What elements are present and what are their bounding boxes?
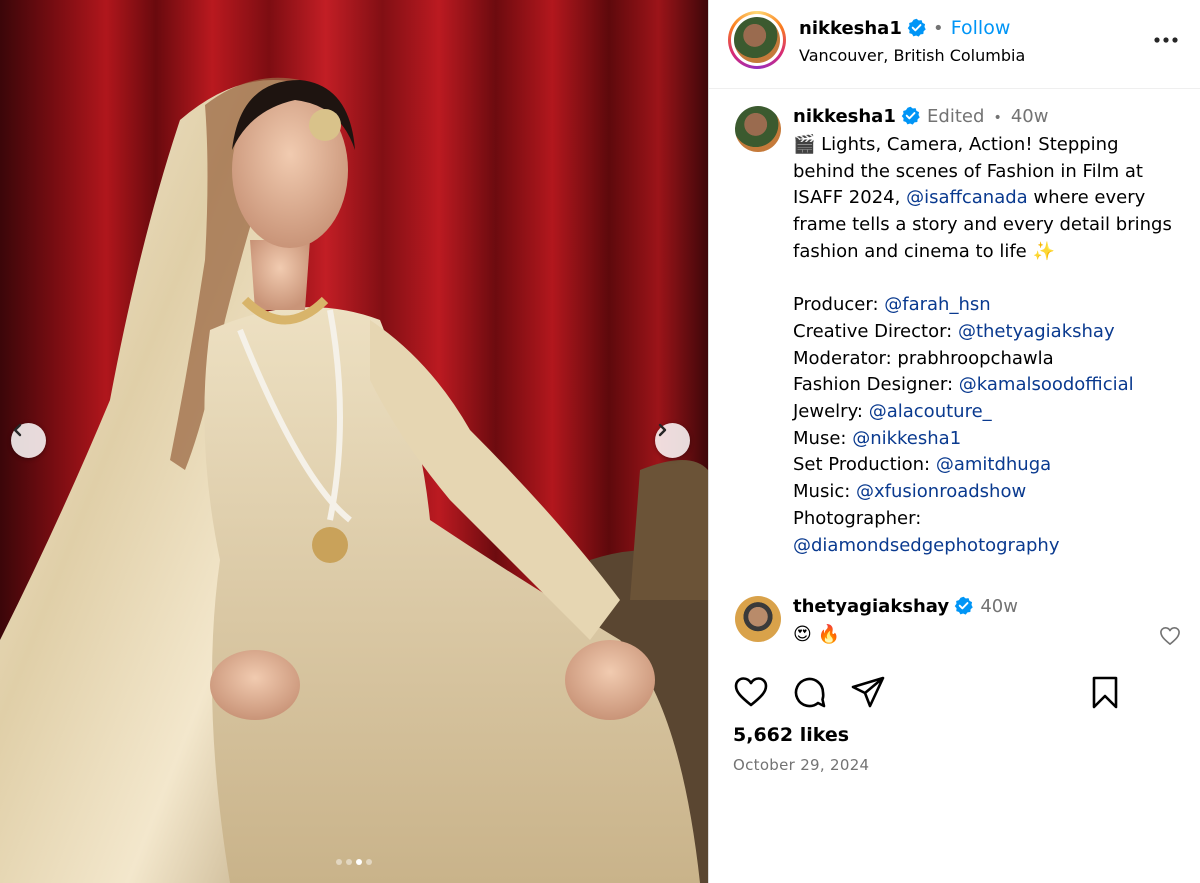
previous-image-button[interactable] bbox=[11, 423, 46, 458]
verified-badge-icon bbox=[901, 106, 920, 129]
caption-text: where every bbox=[1027, 187, 1146, 209]
mention-link[interactable]: @isaffcanada bbox=[906, 187, 1028, 208]
carousel-dot bbox=[366, 859, 372, 865]
chevron-right-icon bbox=[658, 423, 667, 437]
clapper-emoji: 🎬 bbox=[793, 134, 822, 155]
caption-text: Moderator: prabhroopchawla bbox=[793, 347, 1054, 369]
heart-icon[interactable] bbox=[733, 676, 769, 712]
caption-text: behind the scenes of Fashion in Film at bbox=[793, 160, 1143, 182]
caption-text: Lights, Camera, Action! Stepping bbox=[821, 134, 1119, 155]
caption-text: fashion and cinema to life bbox=[793, 240, 1033, 262]
action-bar bbox=[733, 672, 1183, 716]
post-location[interactable]: Vancouver, British Columbia bbox=[799, 46, 1025, 65]
next-image-button[interactable] bbox=[655, 423, 690, 458]
mention-link[interactable]: @diamondsedgephotography bbox=[793, 535, 1059, 556]
caption-line: Producer: @farah_hsn bbox=[793, 292, 1173, 319]
chevron-left-icon bbox=[13, 423, 22, 437]
caption-text: ✨ bbox=[1032, 240, 1055, 262]
mention-link[interactable]: @alacouture_ bbox=[869, 401, 992, 422]
mention-link[interactable]: @farah_hsn bbox=[884, 294, 990, 315]
comment-icon[interactable] bbox=[793, 676, 827, 714]
mention-link[interactable]: @nikkesha1 bbox=[852, 428, 961, 449]
caption-line: Fashion Designer: @kamalsoodofficial bbox=[793, 372, 1173, 399]
caption-line: Moderator: prabhroopchawla bbox=[793, 346, 1173, 373]
author-username[interactable]: nikkesha1 bbox=[799, 18, 902, 39]
follow-button[interactable]: Follow bbox=[951, 17, 1011, 39]
mention-link[interactable]: @kamalsoodofficial bbox=[959, 374, 1134, 395]
post-age[interactable]: 40w bbox=[1011, 106, 1049, 127]
caption-line: fashion and cinema to life ✨ bbox=[793, 239, 1173, 266]
caption-line: ISAFF 2024, @isaffcanada where every bbox=[793, 185, 1173, 212]
mention-link[interactable]: @thetyagiakshay bbox=[958, 321, 1115, 342]
carousel-indicator bbox=[0, 859, 708, 865]
carousel-dot bbox=[336, 859, 342, 865]
mention-link[interactable]: @xfusionroadshow bbox=[856, 481, 1026, 502]
comment-meta: thetyagiakshay 40w bbox=[793, 596, 1018, 619]
caption-text: ISAFF 2024, bbox=[793, 187, 907, 209]
caption-text: Photographer: bbox=[793, 507, 922, 529]
post-details-panel: nikkesha1 • Follow Vancouver, British Co… bbox=[708, 0, 1200, 883]
comment-text: 😍 🔥 bbox=[793, 624, 840, 645]
commenter-avatar[interactable] bbox=[735, 596, 781, 642]
share-icon[interactable] bbox=[851, 676, 885, 712]
caption-text: Music: bbox=[793, 481, 856, 503]
separator-dot: • bbox=[933, 18, 944, 39]
caption-text: Fashion Designer: bbox=[793, 374, 959, 396]
caption-line: 🎬 Lights, Camera, Action! Stepping bbox=[793, 132, 1173, 159]
mention-link[interactable]: @amitdhuga bbox=[936, 454, 1051, 475]
caption-text: Muse: bbox=[793, 427, 853, 449]
caption-author-avatar[interactable] bbox=[735, 106, 781, 152]
commenter-username[interactable]: thetyagiakshay bbox=[793, 596, 949, 617]
caption-line: Muse: @nikkesha1 bbox=[793, 426, 1173, 453]
author-avatar bbox=[734, 17, 780, 63]
like-comment-icon[interactable] bbox=[1159, 626, 1181, 650]
caption-text: Creative Director: bbox=[793, 320, 958, 342]
likes-count[interactable]: 5,662 likes bbox=[733, 724, 849, 746]
caption-text: Producer: bbox=[793, 294, 885, 316]
verified-badge-icon bbox=[907, 18, 926, 41]
post-date[interactable]: October 29, 2024 bbox=[733, 756, 869, 774]
post-header: nikkesha1 • Follow Vancouver, British Co… bbox=[709, 0, 1200, 89]
carousel-dot bbox=[356, 859, 362, 865]
caption-text: Set Production: bbox=[793, 454, 936, 476]
caption-line: @diamondsedgephotography bbox=[793, 533, 1173, 560]
post-media[interactable] bbox=[0, 0, 708, 883]
caption-line: Music: @xfusionroadshow bbox=[793, 479, 1173, 506]
caption-text: frame tells a story and every detail bri… bbox=[793, 214, 1172, 236]
caption-line: frame tells a story and every detail bri… bbox=[793, 212, 1173, 239]
caption-username[interactable]: nikkesha1 bbox=[793, 106, 896, 127]
post-photo bbox=[0, 77, 708, 883]
more-options-icon[interactable] bbox=[1151, 30, 1181, 50]
caption-line: behind the scenes of Fashion in Film at bbox=[793, 159, 1173, 186]
comment-age[interactable]: 40w bbox=[980, 596, 1018, 617]
bookmark-icon[interactable] bbox=[1091, 676, 1119, 714]
caption-line: Photographer: bbox=[793, 506, 1173, 533]
verified-badge-icon bbox=[954, 596, 973, 619]
caption-meta: nikkesha1 Edited • 40w bbox=[793, 106, 1049, 129]
carousel-dot bbox=[346, 859, 352, 865]
caption-text: Jewelry: bbox=[793, 401, 869, 423]
caption-line: Set Production: @amitdhuga bbox=[793, 452, 1173, 479]
edited-label: Edited bbox=[927, 106, 985, 127]
caption-line bbox=[793, 266, 1173, 293]
caption-line: Creative Director: @thetyagiakshay bbox=[793, 319, 1173, 346]
caption-line: Jewelry: @alacouture_ bbox=[793, 399, 1173, 426]
post-caption: 🎬 Lights, Camera, Action! Stepping behind… bbox=[793, 132, 1173, 559]
caption-text bbox=[793, 268, 799, 289]
story-ring[interactable] bbox=[728, 11, 786, 69]
